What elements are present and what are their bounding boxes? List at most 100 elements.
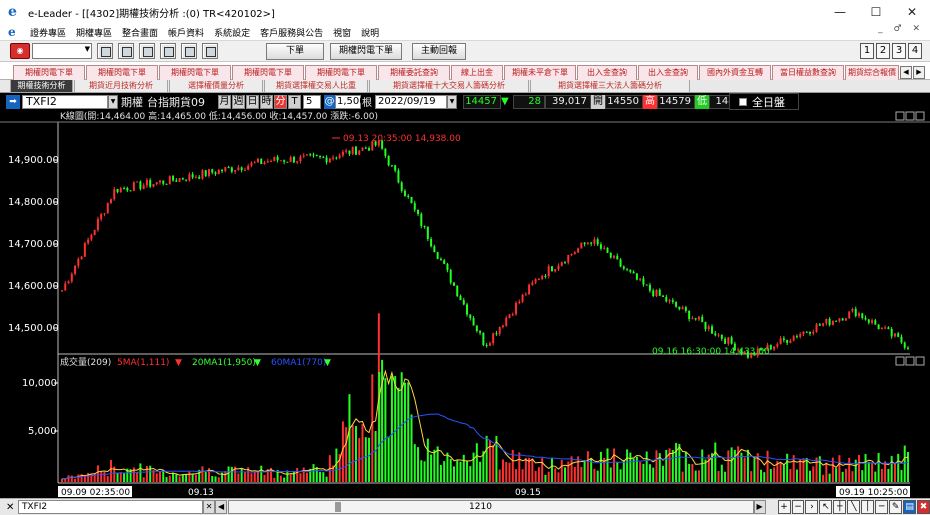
- menu-item-account[interactable]: 帳戶資料: [168, 26, 204, 39]
- alert-icon[interactable]: ◉: [10, 43, 30, 59]
- tab-flash-order[interactable]: 期權閃電下單: [86, 65, 158, 80]
- table-icon[interactable]: [139, 43, 155, 59]
- full-day-checkbox[interactable]: [739, 97, 747, 106]
- tab-flash-order[interactable]: 期權閃電下單: [305, 65, 377, 80]
- toolbar-combo[interactable]: [32, 43, 92, 59]
- volume-bar: [707, 454, 710, 482]
- candle-body: [518, 301, 521, 303]
- tab-online-withdraw[interactable]: 線上出金: [451, 65, 503, 80]
- chart-panel[interactable]: K線圖(開:14,464.00 高:14,465.00 低:14,456.00 …: [0, 110, 930, 498]
- maximize-button[interactable]: ☐: [858, 0, 894, 24]
- period-hour-button[interactable]: 時: [260, 94, 273, 109]
- scroll-right-icon[interactable]: ▶: [753, 500, 766, 514]
- date-input[interactable]: 2022/09/19: [375, 94, 447, 109]
- volume-bar: [90, 473, 93, 482]
- candle-body: [341, 151, 344, 156]
- hline-tool-icon[interactable]: ─: [875, 500, 889, 514]
- active-report-button[interactable]: 主動回報: [412, 42, 467, 60]
- chart-scrollbar[interactable]: 1210: [228, 500, 754, 514]
- volume-bar: [515, 469, 518, 482]
- delete-tool-icon[interactable]: ✖: [917, 500, 930, 514]
- zoom-in-button[interactable]: +: [777, 500, 791, 514]
- tab-top10-traders[interactable]: 期貨選擇權十大交易人籌碼分析: [369, 80, 529, 93]
- crosshair-tool-icon[interactable]: ┼: [833, 500, 847, 514]
- tab-order-query[interactable]: 期權委託查詢: [378, 65, 450, 80]
- arrow-right-icon[interactable]: ➡: [6, 94, 20, 109]
- tab-near-month-analysis[interactable]: 期貨近月技術分析: [74, 80, 168, 93]
- zoom-out-button[interactable]: −: [791, 500, 805, 514]
- candle-body: [505, 318, 508, 326]
- layout-2-button[interactable]: 2: [876, 43, 890, 59]
- close-button[interactable]: ✕: [894, 0, 930, 24]
- report-icon[interactable]: [160, 43, 176, 59]
- tab-flash-order[interactable]: 期權閃電下單: [13, 65, 85, 80]
- tab-institutional-investors[interactable]: 期貨選擇權三大法人籌碼分析: [530, 80, 690, 93]
- settings-tool-icon[interactable]: ▤: [903, 500, 917, 514]
- candle-body: [557, 265, 560, 270]
- close-tab-icon[interactable]: ✕: [6, 502, 18, 513]
- scrollbar-thumb[interactable]: [335, 502, 342, 512]
- scroll-close-icon[interactable]: ✕: [203, 500, 216, 514]
- symbol-dropdown-button[interactable]: ▼: [108, 94, 118, 109]
- quote-icon[interactable]: [97, 43, 113, 59]
- volume-bar: [211, 476, 214, 482]
- menu-item-help[interactable]: 說明: [361, 26, 379, 39]
- period-minute-button[interactable]: 分: [274, 94, 287, 109]
- tab-open-position-order[interactable]: 期權未平倉下單: [504, 65, 576, 80]
- menu-item-futures-options[interactable]: 期權專區: [76, 26, 112, 39]
- draw-tool-icon[interactable]: ✎: [889, 500, 903, 514]
- candle-body: [590, 242, 593, 244]
- cursor-tool-icon[interactable]: ↖: [819, 500, 833, 514]
- tab-price-volume-analysis[interactable]: 選擇權價量分析: [169, 80, 263, 93]
- period-month-button[interactable]: 月: [218, 94, 231, 109]
- tab-futures-quote[interactable]: 期貨綜合報價: [845, 65, 899, 80]
- mdi-controls[interactable]: _ ♂ ✕: [878, 24, 924, 34]
- menu-item-settings[interactable]: 系統設定: [214, 26, 250, 39]
- volume-bar: [844, 468, 847, 482]
- tab-flash-order[interactable]: 期權閃電下單: [159, 65, 231, 80]
- layout-4-button[interactable]: 4: [908, 43, 922, 59]
- tab-fund-query[interactable]: 出入金查詢: [638, 65, 698, 80]
- bar-count-input[interactable]: 1,500: [335, 94, 366, 109]
- layout-1-button[interactable]: 1: [860, 43, 874, 59]
- full-day-session-toggle[interactable]: 全日盤: [729, 93, 799, 110]
- volume-bar: [880, 468, 883, 482]
- menu-item-service[interactable]: 客戶服務與公告: [260, 26, 323, 39]
- tab-trader-ratio[interactable]: 期貨選擇權交易人比重: [264, 80, 368, 93]
- candle-body: [273, 156, 276, 162]
- tab-technical-analysis[interactable]: 期權技術分析: [10, 80, 73, 93]
- period-tick-button[interactable]: T: [288, 94, 301, 109]
- scroll-end-button[interactable]: ›: [805, 500, 819, 514]
- order-button[interactable]: 下單: [266, 42, 324, 60]
- symbol-input[interactable]: TXFI2: [22, 94, 108, 109]
- minimize-button[interactable]: —: [822, 0, 858, 24]
- tab-flash-order[interactable]: 期權閃電下單: [232, 65, 304, 80]
- flash-order-button[interactable]: 期權閃電下單: [330, 42, 403, 60]
- period-week-button[interactable]: 週: [232, 94, 245, 109]
- candle-body: [237, 167, 240, 171]
- scroll-left-icon[interactable]: ◀: [215, 500, 228, 514]
- period-day-button[interactable]: 日: [246, 94, 259, 109]
- tab-scroll-right-button[interactable]: ▶: [913, 66, 925, 79]
- date-dropdown-button[interactable]: ▼: [447, 94, 457, 109]
- interval-input[interactable]: 5: [303, 94, 321, 109]
- trendline-tool-icon[interactable]: ╲: [847, 500, 861, 514]
- candlestick-chart[interactable]: K線圖(開:14,464.00 高:14,465.00 低:14,456.00 …: [0, 110, 930, 498]
- tab-fund-transfer[interactable]: 國內外資金互轉: [699, 65, 771, 80]
- high-price: 14579: [657, 94, 695, 109]
- window-controls: — ☐ ✕: [822, 0, 930, 24]
- line-tool-icon[interactable]: │: [861, 500, 875, 514]
- tab-equity-query[interactable]: 當日權益數查詢: [772, 65, 844, 80]
- tab-scroll-left-button[interactable]: ◀: [900, 66, 912, 79]
- list-icon[interactable]: [118, 43, 134, 59]
- menu-item-window[interactable]: 視窗: [333, 26, 351, 39]
- volume-bar: [325, 476, 328, 482]
- chart-icon[interactable]: [181, 43, 197, 59]
- menu-item-securities[interactable]: 證券專區: [30, 26, 66, 39]
- candle-body: [312, 154, 315, 156]
- status-symbol[interactable]: TXFI2: [17, 500, 204, 514]
- menu-item-integrated[interactable]: 整合畫面: [122, 26, 158, 39]
- window-icon[interactable]: [202, 43, 218, 59]
- layout-3-button[interactable]: 3: [892, 43, 906, 59]
- tab-fund-query[interactable]: 出入金查詢: [577, 65, 637, 80]
